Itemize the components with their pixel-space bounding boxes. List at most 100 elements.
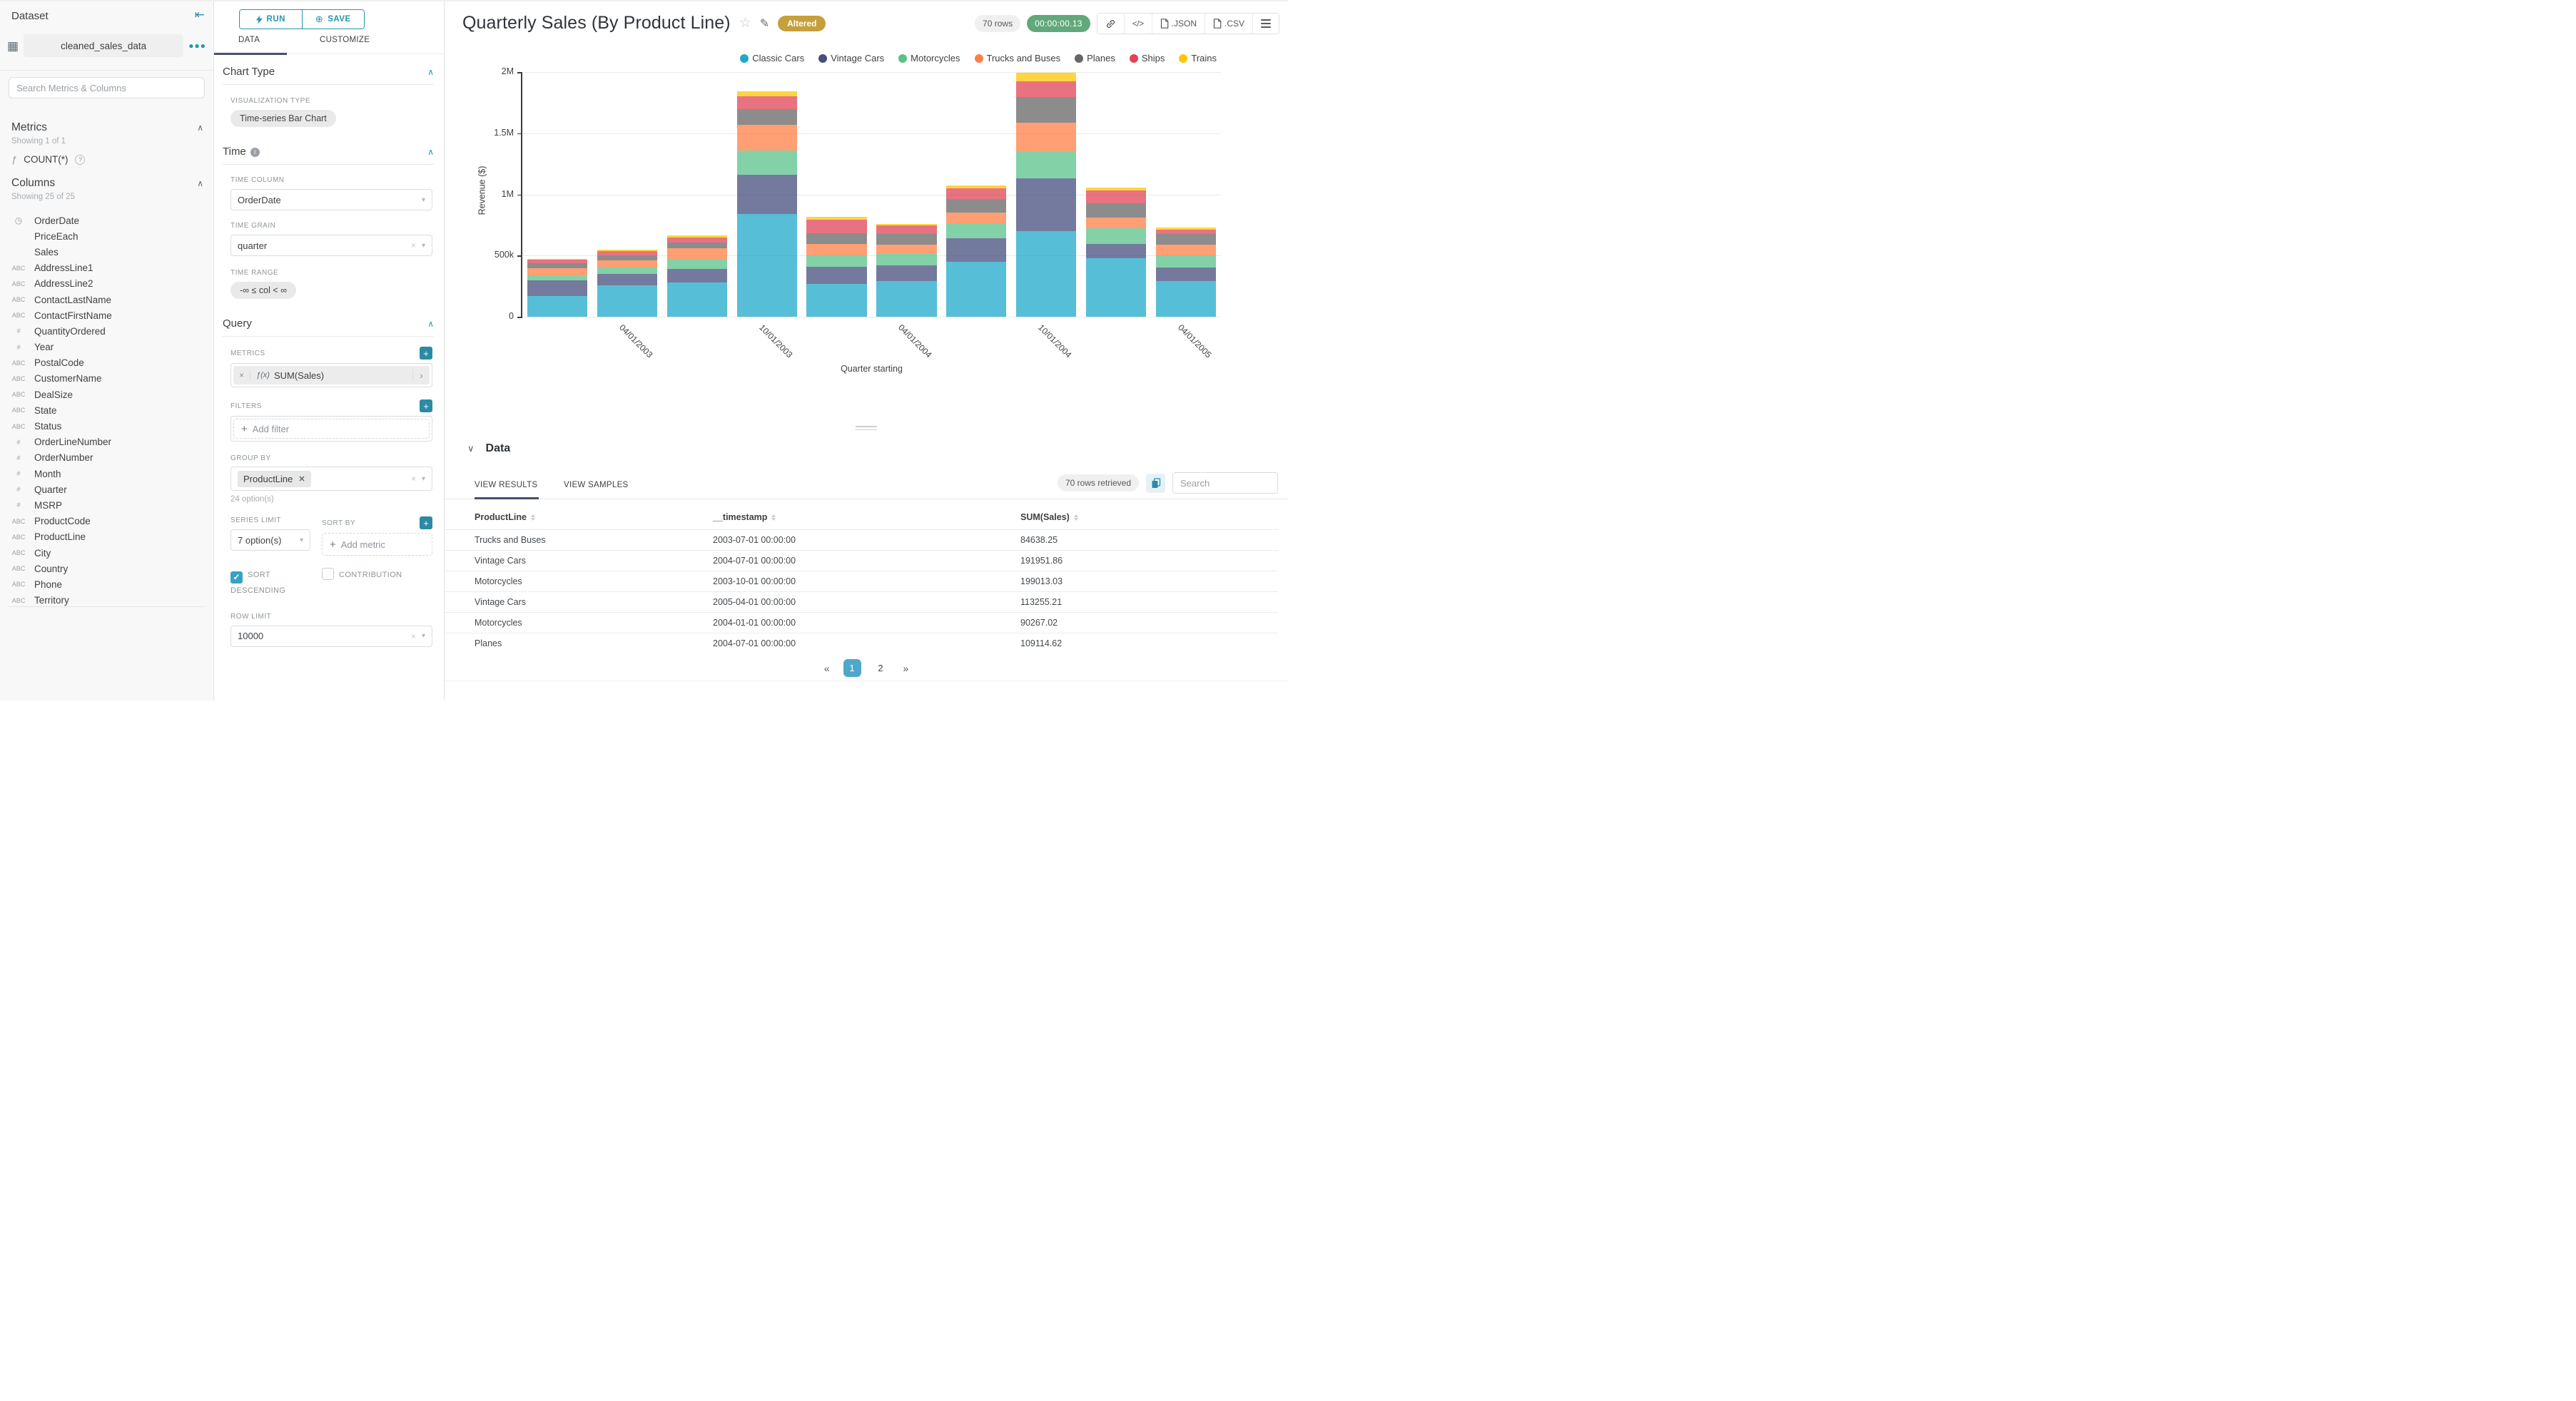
column-list-item[interactable]: ABC City	[0, 545, 213, 561]
column-list-item[interactable]: ABC ProductLine	[0, 529, 213, 545]
series-limit-select[interactable]: 7 option(s) ▾	[230, 529, 310, 551]
pagination-next[interactable]: »	[901, 663, 912, 674]
column-label: DealSize	[34, 389, 73, 400]
clear-icon[interactable]: ×	[411, 631, 416, 641]
abc-icon: ABC	[11, 565, 26, 573]
columns-collapse-icon[interactable]: ∧	[197, 178, 203, 188]
dataset-name[interactable]: cleaned_sales_data	[24, 34, 184, 57]
run-button[interactable]: RUN	[240, 10, 302, 29]
add-filter-button[interactable]: +	[420, 399, 432, 412]
column-list-item[interactable]: # QuantityOrdered	[0, 323, 213, 339]
collapse-sidebar-icon[interactable]: ⇤	[195, 8, 205, 22]
group-by-select[interactable]: ProductLine ✕ × ▾	[230, 467, 432, 491]
column-list-item[interactable]: # OrderNumber	[0, 450, 213, 466]
viz-type-pill[interactable]: Time-series Bar Chart	[230, 110, 336, 127]
add-sort-metric-dropzone[interactable]: + Add metric	[322, 533, 432, 556]
add-metric-button[interactable]: +	[420, 347, 432, 360]
copy-button[interactable]	[1146, 473, 1165, 493]
bar-segment	[1155, 267, 1217, 282]
bar-segment	[1016, 152, 1077, 179]
column-label: OrderLineNumber	[34, 437, 112, 448]
chevron-down-icon: ∨	[467, 443, 475, 454]
column-list-item[interactable]: ABC PostalCode	[0, 355, 213, 371]
column-list-item[interactable]: # Year	[0, 340, 213, 355]
column-list-item[interactable]: ABC AddressLine2	[0, 276, 213, 292]
clear-icon[interactable]: ×	[411, 474, 416, 484]
data-section-header[interactable]: ∨ Data	[467, 442, 510, 455]
metric-list-item[interactable]: ƒ COUNT(*) ?	[11, 154, 86, 165]
bar-segment	[1086, 243, 1147, 258]
table-column-header[interactable]: SUM(Sales)	[1020, 512, 1278, 522]
column-list-item[interactable]: ABC AddressLine1	[0, 260, 213, 276]
row-limit-label: ROW LIMIT	[230, 612, 272, 621]
axis-tick	[517, 133, 521, 135]
row-limit-select[interactable]: 10000 × ▾	[230, 625, 432, 647]
clear-icon[interactable]: ×	[411, 240, 416, 250]
add-filter-dropzone[interactable]: + Add filter	[233, 419, 430, 439]
time-grain-select[interactable]: quarter × ▾	[230, 235, 432, 256]
bar-segment	[666, 282, 727, 317]
column-list-item[interactable]: PriceEach	[0, 228, 213, 244]
column-list-item[interactable]: Sales	[0, 244, 213, 260]
search-metrics-columns-input[interactable]	[9, 77, 205, 98]
tab-view-samples[interactable]: VIEW SAMPLES	[564, 481, 629, 489]
time-collapse-icon[interactable]: ∧	[427, 147, 434, 157]
metric-chip[interactable]: × ƒ(x) SUM(Sales) ›	[233, 366, 430, 384]
table-cell: 2004-07-01 00:00:00	[713, 638, 796, 648]
time-range-label: TIME RANGE	[230, 269, 279, 277]
metrics-collapse-icon[interactable]: ∧	[197, 123, 203, 133]
column-label: OrderDate	[34, 215, 80, 226]
sort-descending-checkbox[interactable]: ✓	[230, 571, 243, 584]
panel-resize-handle[interactable]	[856, 424, 877, 432]
results-search-input[interactable]	[1172, 472, 1278, 494]
table-column-header[interactable]: ProductLine	[445, 512, 713, 522]
tab-view-results[interactable]: VIEW RESULTS	[475, 481, 537, 489]
query-collapse-icon[interactable]: ∧	[427, 319, 434, 329]
axis-tick	[517, 72, 521, 73]
column-label: Year	[34, 342, 54, 353]
column-list-item[interactable]: # Month	[0, 466, 213, 482]
tab-data[interactable]: DATA	[238, 36, 260, 44]
abc-icon: ABC	[11, 391, 26, 399]
table-column-header[interactable]: __timestamp	[713, 512, 1020, 522]
column-list-item[interactable]: ABC State	[0, 402, 213, 418]
column-list-item[interactable]: # Quarter	[0, 482, 213, 497]
bar-segment	[946, 212, 1007, 224]
column-list-item[interactable]: ABC Country	[0, 561, 213, 576]
group-by-chip[interactable]: ProductLine ✕	[238, 470, 311, 487]
column-list-item[interactable]: ABC Phone	[0, 576, 213, 592]
column-list-item[interactable]: ABC Status	[0, 418, 213, 434]
bar-segment	[876, 234, 937, 245]
column-list-item[interactable]: ABC DealSize	[0, 387, 213, 402]
info-icon[interactable]: i	[250, 147, 260, 157]
pagination-prev[interactable]: «	[821, 663, 833, 674]
time-section-title: Time i	[223, 146, 260, 158]
remove-metric-icon[interactable]: ×	[233, 370, 250, 380]
pagination-page-1[interactable]: 1	[843, 659, 861, 677]
function-icon: ƒ	[11, 154, 17, 165]
y-axis-tick-label: 2M	[501, 66, 514, 76]
column-list-item[interactable]: ABC ProductCode	[0, 514, 213, 529]
time-range-pill[interactable]: -∞ ≤ col < ∞	[230, 282, 297, 299]
column-list-item[interactable]: # OrderLineNumber	[0, 434, 213, 450]
table-cell: 2004-07-01 00:00:00	[713, 556, 796, 566]
column-list-item[interactable]: # MSRP	[0, 497, 213, 513]
bar-segment	[666, 243, 727, 249]
dataset-more-icon[interactable]: ●●●	[188, 41, 206, 51]
column-list-item[interactable]: ◷ OrderDate	[0, 213, 213, 228]
expand-metric-icon[interactable]: ›	[412, 370, 430, 381]
chart-type-collapse-icon[interactable]: ∧	[427, 67, 434, 77]
remove-chip-icon[interactable]: ✕	[298, 474, 305, 484]
bar-segment	[946, 238, 1007, 262]
tab-customize[interactable]: CUSTOMIZE	[320, 36, 370, 44]
contribution-checkbox[interactable]	[322, 568, 334, 580]
column-list-item[interactable]: ABC CustomerName	[0, 371, 213, 387]
column-list-item[interactable]: ABC ContactFirstName	[0, 307, 213, 323]
column-list-item[interactable]: ABC ContactLastName	[0, 292, 213, 307]
help-icon[interactable]: ?	[75, 154, 86, 165]
time-column-select[interactable]: OrderDate ▾	[230, 189, 432, 210]
bar-segment	[876, 281, 937, 317]
pagination-page-2[interactable]: 2	[872, 659, 890, 677]
save-button[interactable]: ⊕ SAVE	[301, 10, 364, 29]
add-sort-metric-button[interactable]: +	[420, 516, 432, 529]
